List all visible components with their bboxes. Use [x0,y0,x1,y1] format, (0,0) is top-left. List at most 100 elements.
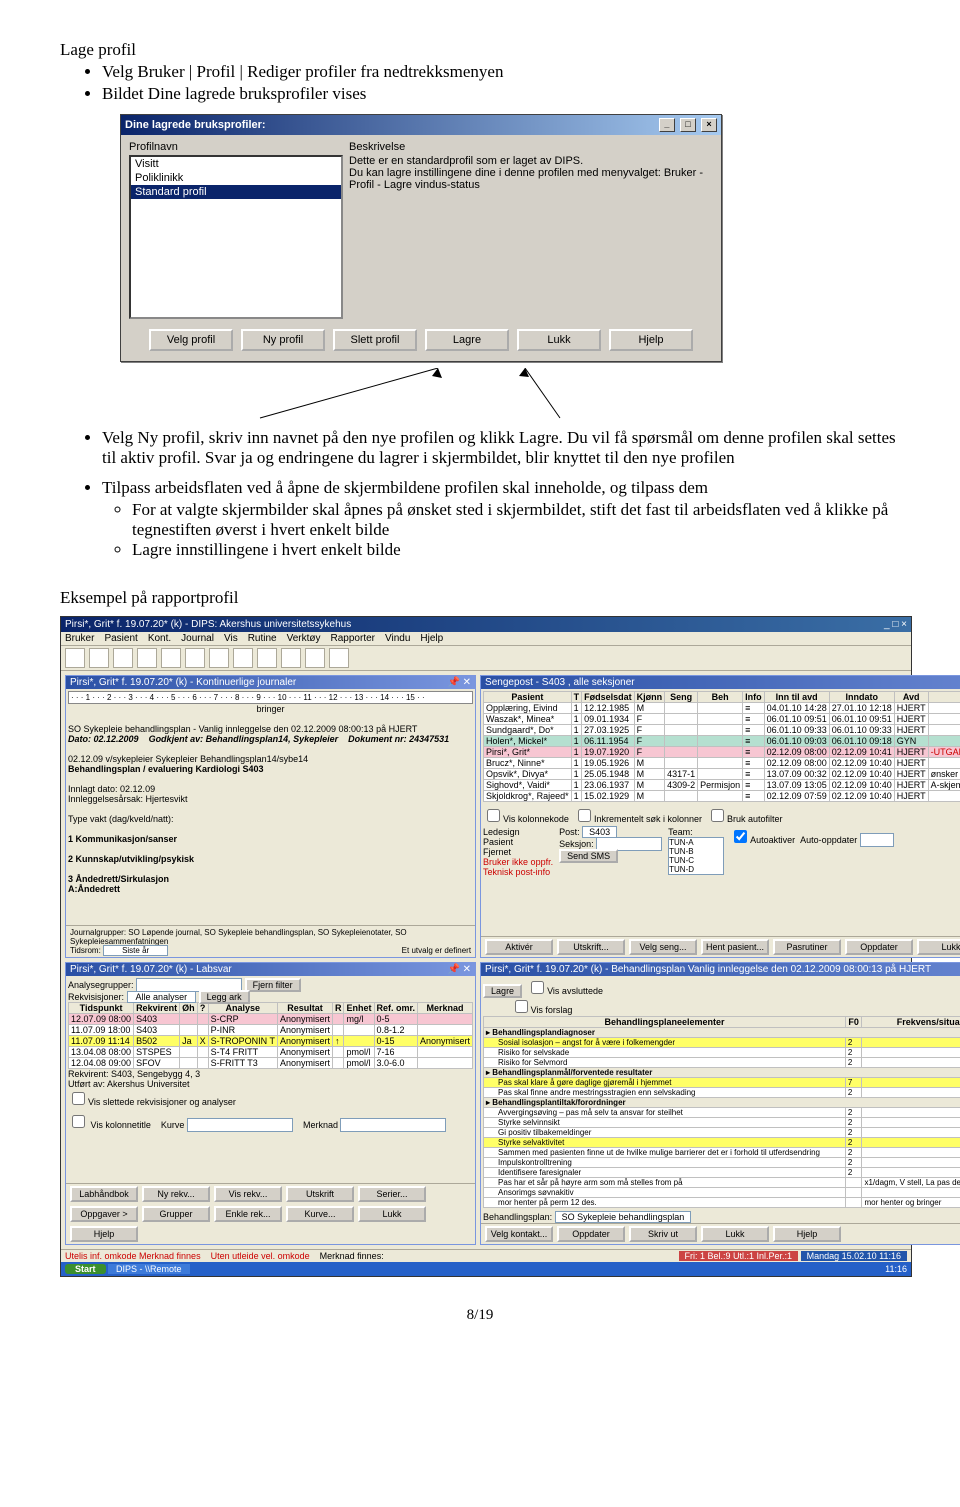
pane-button[interactable]: Hent pasient... [701,939,769,955]
table-header[interactable]: Ref. omr. [374,1003,418,1014]
pane-button[interactable]: Utskrift [286,1186,354,1202]
table-row[interactable]: Waszak*, Minea*109.01.1934F≡06.01.10 09:… [484,714,960,725]
table-row[interactable]: 11.07.09 11:14B502JaXS-TROPONIN TAnonymi… [69,1036,473,1047]
table-row[interactable]: Sundgaard*, Do*127.03.1925F≡06.01.10 09:… [484,725,960,736]
menu-item[interactable]: Bruker [65,633,94,644]
toolbar-icon[interactable] [89,648,109,668]
fjern-filter-button[interactable]: Fjern filter [245,978,301,992]
table-header[interactable]: Tidspunkt [69,1003,134,1014]
table-header[interactable]: Analyse [208,1003,277,1014]
autoopp-input[interactable] [860,833,894,847]
lukk-button[interactable]: Lukk [517,329,601,351]
table-row[interactable]: Brucz*, Ninne*119.05.1926M≡02.12.09 08:0… [484,758,960,769]
toolbar-icon[interactable] [65,648,85,668]
start-button[interactable]: Start [65,1264,106,1274]
close-icon[interactable]: × [701,118,717,132]
pane-button[interactable]: Vis rekv... [214,1186,282,1202]
pane-button[interactable]: Velg seng... [629,939,697,955]
table-row[interactable]: Gi positiv tilbakemeldinger202.12.0902.1… [484,1128,960,1138]
table-row[interactable]: Ansorimgs søvnakitiv02.12.09Aktivt [484,1188,960,1198]
velg-profil-button[interactable]: Velg profil [149,329,233,351]
table-header[interactable]: ? [197,1003,208,1014]
toolbar-icon[interactable] [329,648,349,668]
pane-button[interactable]: Velg kontakt... [485,1226,553,1242]
table-header[interactable]: Frekvens/situasjon [862,1017,960,1028]
app-titlebar[interactable]: Pirsi*, Grit* f. 19.07.20* (k) - DIPS: A… [61,617,911,632]
table-header[interactable]: Behandlingsplaneelementer [484,1017,846,1028]
table-row[interactable]: 13.04.08 08:00STSPESS-T4 FRITTAnonymiser… [69,1047,473,1058]
table-header[interactable]: Merknad [418,1003,473,1014]
table-row[interactable]: Opsvik*, Divya*125.05.1948M4317-1≡13.07.… [484,769,960,780]
bp-lagre-button[interactable]: Lagre [483,984,522,998]
table-header[interactable]: Avd [894,692,928,703]
toolbar-icon[interactable] [161,648,181,668]
profile-listbox[interactable]: VisittPoliklinikkStandard profil [129,155,343,319]
table-row[interactable]: Sighovd*, Vaidi*123.06.1937M4309-2Permis… [484,780,960,791]
pane-button[interactable]: Oppdater [845,939,913,955]
profile-list-item[interactable]: Standard profil [131,185,341,199]
table-header[interactable]: Inn til avd [764,692,829,703]
maximize-icon[interactable]: □ [680,118,696,132]
table-header[interactable]: Øh [180,1003,198,1014]
table-row[interactable]: Risiko for selvskade202.12.09Aktivt [484,1048,960,1058]
table-header[interactable]: F0 [845,1017,862,1028]
vis-kolonnetitle-checkbox[interactable] [72,1115,85,1128]
table-header[interactable]: Beh [698,692,743,703]
pane-button[interactable]: Hjelp [773,1226,841,1242]
pane-button[interactable]: Lukk [358,1206,426,1222]
pane-pin-icon[interactable]: 📌 ✕ [447,677,471,688]
table-row[interactable]: Styrke selvinnsikt202.12.09Aktivt [484,1118,960,1128]
kurve-input[interactable] [187,1118,293,1132]
table-row[interactable]: Avvergingsøving – pas må selv ta ansvar … [484,1108,960,1118]
app-close-icon[interactable]: _ □ × [884,619,907,630]
ink-sok-checkbox[interactable] [578,809,591,822]
table-row[interactable]: Skjoldkrog*, Rajeed*115.02.1929M≡02.12.0… [484,791,960,802]
table-header[interactable]: Inndato [829,692,894,703]
table-row[interactable]: 12.04.08 09:00SFOVS-FRITT T3Anonymisertp… [69,1058,473,1069]
pane-button[interactable]: Labhåndbok [70,1186,138,1202]
legg-ark-button[interactable]: Legg ark [199,990,250,1004]
pane-button[interactable]: Hjelp [70,1226,138,1242]
table-row[interactable]: Pas skal finne andre mestringsstragien e… [484,1088,960,1098]
pane-button[interactable]: Grupper [142,1206,210,1222]
menu-item[interactable]: Verktøy [287,633,321,644]
pane-button[interactable]: Enkle rek... [214,1206,282,1222]
lagre-button[interactable]: Lagre [425,329,509,351]
hjelp-button[interactable]: Hjelp [609,329,693,351]
table-row[interactable]: Styrke selvaktivitet202.12.09Aktivt [484,1138,960,1148]
table-row[interactable]: Pirsi*, Grit*119.07.1920F≡02.12.09 08:00… [484,747,960,758]
pane-button[interactable]: Serier... [358,1186,426,1202]
bruk-autofilter-checkbox[interactable] [711,809,724,822]
dialog-titlebar[interactable]: Dine lagrede bruksprofiler: _ □ × [121,115,721,135]
pane-button[interactable]: Oppgaver > [70,1206,138,1222]
menu-bar[interactable]: BrukerPasientKont.JournalVisRutineVerktø… [61,632,911,646]
group-header[interactable]: ▸ Behandlingsplantiltak/forordninger [484,1098,960,1108]
table-row[interactable]: Pas skal klare å gøre daglige gjøremål i… [484,1078,960,1088]
vis-forslag-checkbox[interactable] [515,1000,528,1013]
vis-slettede-checkbox[interactable] [72,1092,85,1105]
table-header[interactable]: Merknad [928,692,960,703]
team-option[interactable]: TUN-D [669,865,723,874]
table-row[interactable]: 11.07.09 18:00S403P-INRAnonymisert0.8-1.… [69,1025,473,1036]
bp-select[interactable]: SO Sykepleie behandlingsplan [555,1211,692,1223]
labsvar-table[interactable]: TidspunktRekvirentØh?AnalyseResultatREnh… [68,1002,473,1069]
pane-button[interactable]: Skriv ut [629,1226,697,1242]
table-row[interactable]: Sammen med pasienten finne ut de hvilke … [484,1148,960,1158]
team-option[interactable]: TUN-C [669,856,723,865]
table-row[interactable]: Holen*, Mickel*106.11.1954F≡06.01.10 09:… [484,736,960,747]
table-header[interactable]: Enhet [344,1003,374,1014]
pane-button[interactable]: Ny rekv... [142,1186,210,1202]
pane-button[interactable]: Lukk [917,939,960,955]
pane-button[interactable]: Utskrift... [557,939,625,955]
toolbar-icon[interactable] [281,648,301,668]
team-option[interactable]: TUN-A [669,838,723,847]
toolbar-icon[interactable] [137,648,157,668]
group-header[interactable]: ▸ Behandlingsplandiagnoser [484,1028,960,1038]
menu-item[interactable]: Journal [181,633,214,644]
table-header[interactable]: Resultat [277,1003,332,1014]
ny-profil-button[interactable]: Ny profil [241,329,325,351]
menu-item[interactable]: Rutine [248,633,277,644]
table-row[interactable]: Identifisere faresignaler202.12.09Aktivt [484,1168,960,1178]
taskbar-app-button[interactable]: DIPS - \\Remote [108,1264,190,1274]
tidsrom-select[interactable]: Siste år [103,945,168,956]
